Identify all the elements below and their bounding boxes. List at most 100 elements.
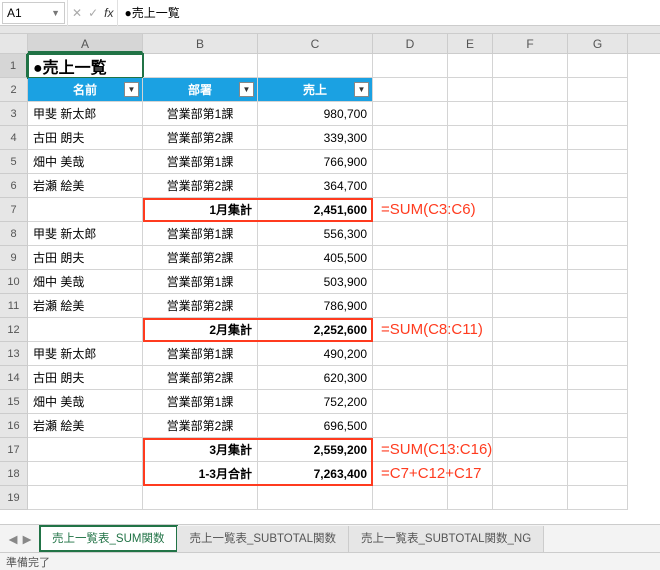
formula-input[interactable]: ●売上一覧 [118, 0, 660, 26]
cell[interactable] [143, 486, 258, 510]
cell[interactable] [493, 294, 568, 318]
cell[interactable] [568, 150, 628, 174]
subtotal-label[interactable]: 1月集計 [143, 198, 258, 222]
cell[interactable] [493, 222, 568, 246]
tab-scroll[interactable]: ◀ ▶ [0, 532, 40, 546]
cell[interactable] [448, 486, 493, 510]
cell-name[interactable]: 岩瀬 絵美 [28, 294, 143, 318]
cell-dept[interactable]: 営業部第2課 [143, 126, 258, 150]
cell[interactable] [373, 78, 448, 102]
cell[interactable] [28, 438, 143, 462]
tab-scroll-right-icon[interactable]: ▶ [23, 532, 32, 546]
cell[interactable] [568, 174, 628, 198]
row-header-11[interactable]: 11 [0, 294, 28, 318]
cell[interactable] [448, 78, 493, 102]
cell-name[interactable]: 岩瀬 絵美 [28, 174, 143, 198]
cell[interactable] [493, 270, 568, 294]
cell-name[interactable]: 岩瀬 絵美 [28, 414, 143, 438]
cell-dept[interactable]: 営業部第1課 [143, 102, 258, 126]
cell-dept[interactable]: 営業部第2課 [143, 246, 258, 270]
row-header-12[interactable]: 12 [0, 318, 28, 342]
cell-dept[interactable]: 営業部第2課 [143, 174, 258, 198]
cell[interactable] [143, 54, 258, 78]
sheet-tab[interactable]: 売上一覧表_SUBTOTAL関数 [177, 526, 349, 552]
row-header-6[interactable]: 6 [0, 174, 28, 198]
cell[interactable] [493, 198, 568, 222]
cell[interactable] [568, 486, 628, 510]
filter-dropdown-icon[interactable]: ▼ [354, 82, 369, 97]
cell[interactable] [493, 318, 568, 342]
col-header-E[interactable]: E [448, 34, 493, 53]
cell[interactable] [28, 462, 143, 486]
sheet-tab[interactable]: 売上一覧表_SUM関数 [40, 526, 177, 552]
cell[interactable] [568, 366, 628, 390]
cell[interactable] [493, 150, 568, 174]
cell[interactable] [568, 294, 628, 318]
cell-sales[interactable]: 339,300 [258, 126, 373, 150]
cell[interactable] [568, 438, 628, 462]
cell-name[interactable]: 畑中 美哉 [28, 270, 143, 294]
row-header-16[interactable]: 16 [0, 414, 28, 438]
cell[interactable] [448, 126, 493, 150]
row-header-7[interactable]: 7 [0, 198, 28, 222]
subtotal-value[interactable]: 2,451,600 [258, 198, 373, 222]
cell[interactable] [493, 54, 568, 78]
sheet-tab[interactable]: 売上一覧表_SUBTOTAL関数_NG [349, 526, 544, 552]
subtotal-value[interactable]: 7,263,400 [258, 462, 373, 486]
name-box-dropdown-icon[interactable]: ▼ [51, 8, 60, 18]
table-header-name[interactable]: 名前▼ [28, 78, 143, 102]
cell[interactable] [373, 54, 448, 78]
row-header-18[interactable]: 18 [0, 462, 28, 486]
subtotal-label[interactable]: 2月集計 [143, 318, 258, 342]
cell-dept[interactable]: 営業部第2課 [143, 366, 258, 390]
table-header-sales[interactable]: 売上▼ [258, 78, 373, 102]
cell[interactable] [568, 102, 628, 126]
filter-dropdown-icon[interactable]: ▼ [239, 82, 254, 97]
cell-name[interactable]: 古田 朗夫 [28, 366, 143, 390]
select-all-corner[interactable] [0, 34, 28, 53]
cell[interactable] [448, 54, 493, 78]
row-header-15[interactable]: 15 [0, 390, 28, 414]
cell-sales[interactable]: 766,900 [258, 150, 373, 174]
cell[interactable] [448, 102, 493, 126]
cell[interactable] [373, 294, 448, 318]
cell-name[interactable]: 畑中 美哉 [28, 150, 143, 174]
cell[interactable] [28, 318, 143, 342]
subtotal-label[interactable]: 3月集計 [143, 438, 258, 462]
cell-name[interactable]: 甲斐 新太郎 [28, 342, 143, 366]
col-header-A[interactable]: A [28, 34, 143, 53]
row-header-17[interactable]: 17 [0, 438, 28, 462]
cell[interactable] [373, 414, 448, 438]
cell-dept[interactable]: 営業部第2課 [143, 414, 258, 438]
cell-sales[interactable]: 503,900 [258, 270, 373, 294]
cell[interactable] [568, 246, 628, 270]
cell[interactable] [568, 126, 628, 150]
cell-sales[interactable]: 752,200 [258, 390, 373, 414]
cell[interactable] [373, 174, 448, 198]
cell[interactable] [493, 366, 568, 390]
cell[interactable] [493, 438, 568, 462]
cell[interactable] [373, 366, 448, 390]
row-header-10[interactable]: 10 [0, 270, 28, 294]
cell[interactable] [448, 174, 493, 198]
cell[interactable] [493, 246, 568, 270]
row-header-4[interactable]: 4 [0, 126, 28, 150]
subtotal-value[interactable]: 2,559,200 [258, 438, 373, 462]
cell[interactable] [448, 246, 493, 270]
cell-sales[interactable]: 696,500 [258, 414, 373, 438]
row-header-8[interactable]: 8 [0, 222, 28, 246]
subtotal-value[interactable]: 2,252,600 [258, 318, 373, 342]
cell[interactable] [373, 150, 448, 174]
cell[interactable] [448, 414, 493, 438]
cell[interactable] [568, 222, 628, 246]
fx-icon[interactable]: fx [104, 6, 113, 20]
cell[interactable] [568, 414, 628, 438]
cell-sales[interactable]: 980,700 [258, 102, 373, 126]
cell[interactable] [373, 126, 448, 150]
name-box[interactable]: A1 ▼ [2, 2, 65, 24]
col-header-C[interactable]: C [258, 34, 373, 53]
cell[interactable] [373, 246, 448, 270]
cell-sales[interactable]: 556,300 [258, 222, 373, 246]
cell-dept[interactable]: 営業部第1課 [143, 270, 258, 294]
row-header-9[interactable]: 9 [0, 246, 28, 270]
